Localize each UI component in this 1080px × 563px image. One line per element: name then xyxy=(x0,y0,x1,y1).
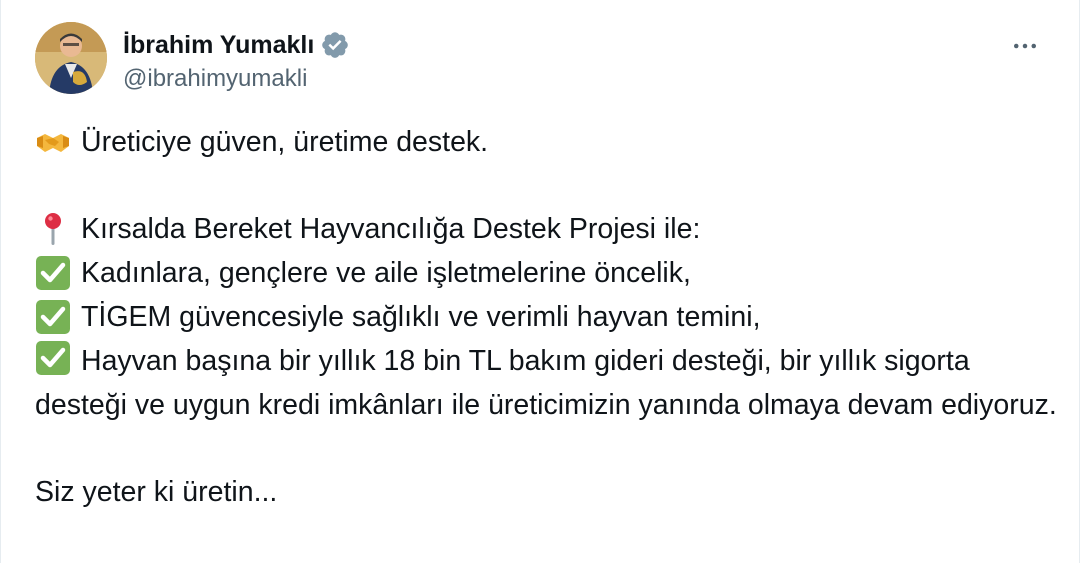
tweet-header: İbrahim Yumaklı @ibrahimyumakli xyxy=(35,22,1045,98)
avatar[interactable] xyxy=(35,22,107,94)
check-mark-button-icon xyxy=(35,340,71,376)
tweet-line: Üreticiye güven, üretime destek. xyxy=(35,120,1059,164)
handshake-icon xyxy=(35,124,71,160)
name-row: İbrahim Yumaklı xyxy=(123,28,350,62)
tweet-line: Kırsalda Bereket Hayvancılığa Destek Pro… xyxy=(35,207,1059,251)
tweet-line-text: Üreticiye güven, üretime destek. xyxy=(81,126,489,158)
tweet-line-text: TİGEM güvencesiyle sağlıklı ve verimli h… xyxy=(81,301,761,333)
display-name[interactable]: İbrahim Yumaklı xyxy=(123,28,314,62)
verified-badge-icon xyxy=(320,30,350,60)
tweet-card: İbrahim Yumaklı @ibrahimyumakli Üreticiy… xyxy=(0,0,1080,563)
tweet-line-text: Siz yeter ki üretin... xyxy=(35,476,278,508)
more-button[interactable] xyxy=(1007,28,1043,64)
tweet-line: Siz yeter ki üretin... xyxy=(35,470,1059,514)
more-horizontal-icon xyxy=(1014,43,1036,49)
handle[interactable]: @ibrahimyumakli xyxy=(123,64,307,94)
tweet-line-text: Hayvan başına bir yıllık 18 bin TL bakım… xyxy=(35,345,1057,421)
tweet-line-text: Kırsalda Bereket Hayvancılığa Destek Pro… xyxy=(81,213,701,245)
round-pushpin-icon xyxy=(35,211,71,247)
check-mark-button-icon xyxy=(35,299,71,335)
check-mark-button-icon xyxy=(35,255,71,291)
avatar-image xyxy=(35,22,107,94)
tweet-line-text: Kadınlara, gençlere ve aile işletmelerin… xyxy=(81,257,691,289)
tweet-line: TİGEM güvencesiyle sağlıklı ve verimli h… xyxy=(35,295,1059,339)
tweet-line: Hayvan başına bir yıllık 18 bin TL bakım… xyxy=(35,339,1059,427)
tweet-line: Kadınlara, gençlere ve aile işletmelerin… xyxy=(35,251,1059,295)
tweet-text: Üreticiye güven, üretime destek. Kırsald… xyxy=(35,120,1059,514)
